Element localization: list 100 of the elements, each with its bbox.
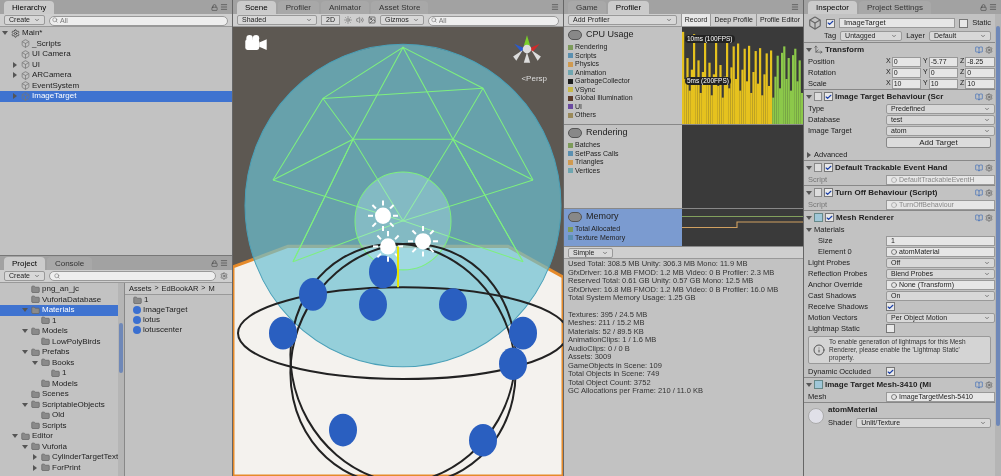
fold-arrow-icon[interactable] <box>22 443 29 450</box>
panel-tab[interactable]: Inspector <box>808 1 857 14</box>
fold-arrow-icon[interactable] <box>12 72 19 79</box>
legend-swatch[interactable] <box>568 159 573 165</box>
fold-arrow-icon[interactable] <box>806 46 812 53</box>
panel-tab[interactable]: Project <box>4 257 45 270</box>
legend-swatch[interactable] <box>568 142 573 148</box>
scrollbar[interactable] <box>995 14 1001 476</box>
fold-arrow-icon[interactable] <box>32 359 39 366</box>
checkbox[interactable] <box>886 367 895 376</box>
tree-item[interactable]: UI <box>0 59 232 70</box>
fold-arrow-icon[interactable] <box>2 30 9 37</box>
tree-item[interactable]: UI Camera <box>0 49 232 60</box>
panel-tab[interactable]: Console <box>46 257 93 270</box>
light-icon[interactable] <box>343 16 352 24</box>
legend-swatch[interactable] <box>568 78 573 84</box>
tree-item[interactable]: VuforiaDatabase <box>0 294 119 305</box>
help-icon[interactable] <box>975 380 983 389</box>
asset-item[interactable]: 1 <box>125 295 232 305</box>
menu-icon[interactable] <box>551 3 559 11</box>
help-icon[interactable] <box>975 188 983 197</box>
help-icon[interactable] <box>975 213 983 222</box>
fold-arrow-icon[interactable] <box>22 328 29 335</box>
add-target-button[interactable]: Add Target <box>886 137 991 148</box>
fold-arrow-icon[interactable] <box>806 226 812 233</box>
help-icon[interactable] <box>975 92 983 101</box>
search-field[interactable] <box>49 271 216 281</box>
fold-arrow-icon[interactable] <box>22 349 29 356</box>
fold-arrow-icon[interactable] <box>806 93 812 100</box>
tree-item[interactable]: Materials <box>0 305 119 316</box>
component-header[interactable]: Image Target Behaviour (Scr <box>804 90 995 103</box>
legend-swatch[interactable] <box>568 235 573 241</box>
tree-item[interactable]: Models <box>0 326 119 337</box>
menu-icon[interactable] <box>220 3 228 11</box>
settings-icon[interactable] <box>985 163 993 172</box>
asset-item[interactable]: lotus <box>125 315 232 325</box>
tree-item[interactable]: Editor <box>0 431 119 442</box>
legend-swatch[interactable] <box>568 104 573 110</box>
checkbox[interactable] <box>826 18 835 28</box>
panel-tab[interactable]: Scene <box>237 1 276 14</box>
tree-item[interactable]: Vuforia <box>0 441 119 452</box>
filter-icon[interactable] <box>220 272 228 280</box>
legend-swatch[interactable] <box>568 44 573 50</box>
tree-item[interactable]: EventSystem <box>0 80 232 91</box>
audio-icon[interactable] <box>355 16 364 24</box>
tree-item[interactable]: Prefabs <box>0 347 119 358</box>
component-header[interactable]: Transform <box>804 43 995 56</box>
menu-icon[interactable] <box>220 259 228 267</box>
panel-tab[interactable]: Animator <box>321 1 370 14</box>
tree-item[interactable]: Books <box>0 357 119 368</box>
scrollbar[interactable] <box>118 283 124 476</box>
panel-tab[interactable]: Game <box>568 1 606 14</box>
panel-tab[interactable]: Profiler <box>607 1 650 14</box>
asset-item[interactable]: lotuscenter <box>125 325 232 335</box>
settings-icon[interactable] <box>985 188 993 197</box>
checkbox[interactable] <box>886 324 895 333</box>
tree-item[interactable]: Models <box>0 378 119 389</box>
legend-swatch[interactable] <box>568 226 573 232</box>
fold-arrow-icon[interactable] <box>806 189 812 196</box>
tree-item[interactable]: Old <box>0 410 119 421</box>
fold-arrow-icon[interactable] <box>32 454 39 461</box>
tree-item[interactable]: Main* <box>0 28 232 39</box>
fold-arrow-icon[interactable] <box>12 61 19 68</box>
checkbox[interactable] <box>824 92 833 101</box>
projection-label[interactable]: <Persp <box>521 73 547 85</box>
fold-arrow-icon[interactable] <box>806 151 812 158</box>
checkbox[interactable] <box>824 188 833 197</box>
checkbox[interactable] <box>824 163 833 172</box>
lock-icon[interactable] <box>211 4 218 11</box>
fold-arrow-icon[interactable] <box>806 381 812 388</box>
tree-item[interactable]: ForPrint <box>0 462 119 473</box>
legend-swatch[interactable] <box>568 87 573 93</box>
checkbox[interactable] <box>825 213 834 222</box>
panel-tab[interactable]: Asset Store <box>371 1 429 14</box>
legend-swatch[interactable] <box>568 53 573 59</box>
tree-item[interactable]: _Scripts <box>0 38 232 49</box>
legend-swatch[interactable] <box>568 112 573 118</box>
component-header[interactable]: Turn Off Behaviour (Script) <box>804 186 995 199</box>
fold-arrow-icon[interactable] <box>12 433 19 440</box>
fold-arrow-icon[interactable] <box>32 464 39 471</box>
tree-item[interactable]: ScriptableObjects <box>0 399 119 410</box>
menu-icon[interactable] <box>791 3 799 11</box>
checkbox[interactable] <box>959 18 969 28</box>
tree-item[interactable]: LowPolyBirds <box>0 336 119 347</box>
settings-icon[interactable] <box>985 213 993 222</box>
settings-icon[interactable] <box>985 380 993 389</box>
tree-item[interactable]: 1 <box>0 368 119 379</box>
image-icon[interactable] <box>367 16 376 24</box>
settings-icon[interactable] <box>985 45 993 54</box>
menu-icon[interactable] <box>989 3 997 11</box>
legend-swatch[interactable] <box>568 95 573 101</box>
tree-item[interactable]: CylinderTargetText <box>0 452 119 463</box>
fold-arrow-icon[interactable] <box>806 214 812 221</box>
tree-item[interactable]: ImageTarget <box>0 91 232 102</box>
help-icon[interactable] <box>975 163 983 172</box>
legend-swatch[interactable] <box>568 168 573 174</box>
panel-tab[interactable]: Hierarchy <box>4 1 55 14</box>
panel-tab[interactable]: Profiler <box>277 1 320 14</box>
tree-item[interactable]: Scenes <box>0 389 119 400</box>
legend-swatch[interactable] <box>568 61 573 67</box>
